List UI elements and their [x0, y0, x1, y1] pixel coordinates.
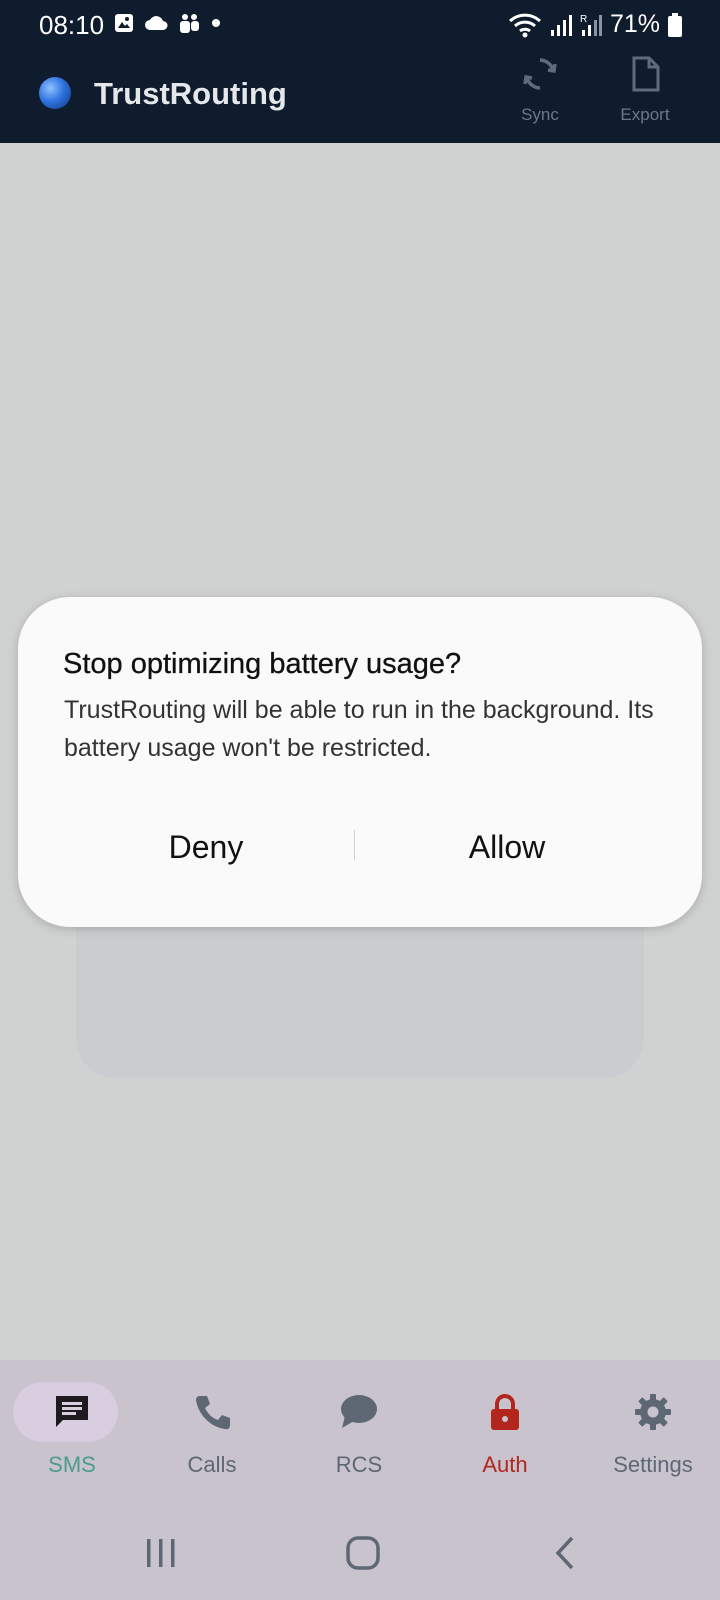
export-button[interactable]: Export [605, 50, 685, 143]
notification-icons [114, 12, 222, 34]
chat-bubble-icon [341, 1395, 377, 1428]
signal-roaming-icon: R [580, 14, 602, 36]
app-bar: TrustRouting Sync Export [0, 50, 720, 143]
system-navigation-bar [0, 1500, 720, 1600]
battery-optimization-dialog: Stop optimizing battery usage? TrustRout… [18, 597, 702, 927]
nav-item-rcs[interactable]: RCS [287, 1360, 431, 1500]
status-time: 08:10 [39, 10, 105, 40]
recent-apps-icon[interactable] [144, 1536, 178, 1570]
dialog-title: Stop optimizing battery usage? [63, 648, 462, 680]
bottom-navigation: SMS Calls RCS Auth Settings [0, 1360, 720, 1500]
teams-icon [180, 14, 199, 33]
gear-icon [635, 1394, 671, 1430]
home-icon[interactable] [344, 1534, 382, 1572]
nav-label-calls: Calls [187, 1452, 237, 1477]
signal-icon [550, 14, 572, 36]
dialog-message: TrustRouting will be able to run in the … [64, 696, 654, 762]
dot-icon [212, 19, 220, 27]
battery-icon [668, 12, 682, 37]
sync-button[interactable]: Sync [500, 50, 580, 143]
cloud-icon [145, 16, 168, 30]
message-icon [56, 1396, 88, 1427]
nav-label-auth: Auth [482, 1452, 528, 1477]
nav-item-settings[interactable]: Settings [581, 1360, 720, 1500]
sync-icon [523, 58, 557, 90]
allow-button[interactable]: Allow [357, 817, 657, 877]
svg-text:R: R [580, 14, 587, 25]
status-bar: 08:10 R 71% [0, 0, 720, 50]
button-divider [354, 830, 355, 860]
nav-label-sms: SMS [48, 1452, 96, 1477]
nav-label-rcs: RCS [335, 1452, 383, 1477]
phone-icon [196, 1396, 230, 1430]
app-logo [39, 77, 71, 109]
document-icon [632, 56, 660, 92]
nav-item-auth[interactable]: Auth [433, 1360, 577, 1500]
image-notification-icon [115, 14, 133, 32]
nav-item-calls[interactable]: Calls [140, 1360, 284, 1500]
app-title: TrustRouting [94, 76, 287, 111]
status-right: R 71% [508, 10, 682, 39]
nav-item-sms[interactable]: SMS [0, 1360, 144, 1500]
sync-label: Sync [521, 105, 559, 124]
wifi-icon [508, 13, 541, 37]
battery-percentage: 71% [609, 10, 660, 38]
nav-label-settings: Settings [613, 1452, 693, 1477]
deny-button[interactable]: Deny [56, 817, 356, 877]
lock-icon [491, 1394, 519, 1430]
back-icon[interactable] [550, 1534, 580, 1572]
export-label: Export [620, 105, 670, 124]
